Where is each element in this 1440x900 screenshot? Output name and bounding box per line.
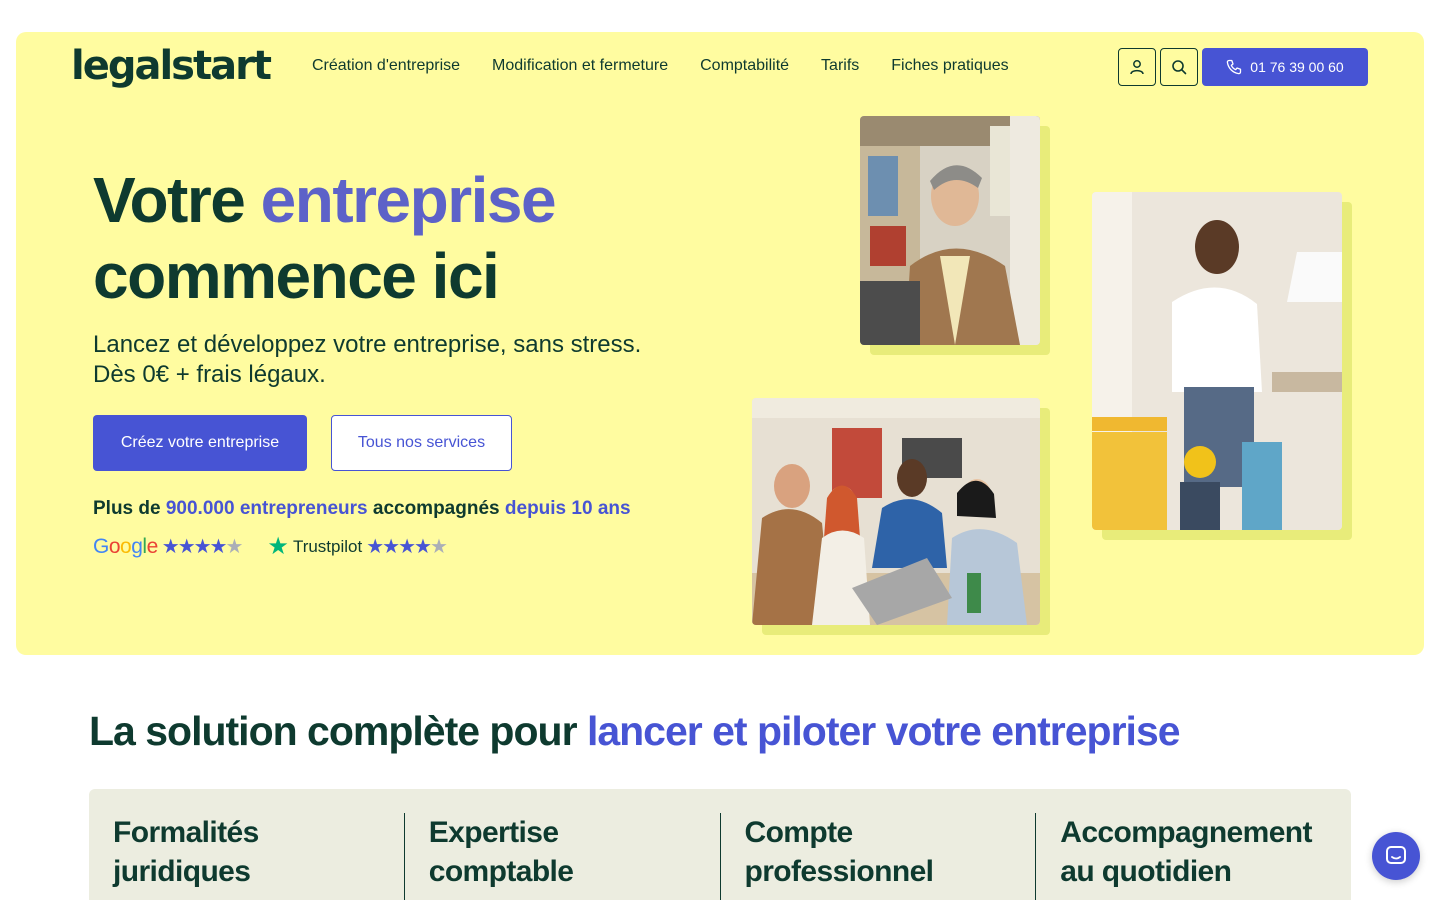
card-line2: au quotidien <box>1060 855 1232 888</box>
card-accompagnement[interactable]: Accompagnement au quotidien <box>1035 813 1351 900</box>
card-line2: professionnel <box>744 855 935 888</box>
phone-button[interactable]: 01 76 39 00 60 <box>1202 48 1368 86</box>
legalstart-logo[interactable]: legalstart <box>71 42 272 90</box>
create-company-button[interactable]: Créez votre entreprise <box>93 415 307 471</box>
proof-part1: Plus de <box>93 498 161 519</box>
hero-subtitle-line1: Lancez et développez votre entreprise, s… <box>93 331 642 358</box>
nav-tarifs[interactable]: Tarifs <box>821 54 859 78</box>
hero-subtitle: Lancez et développez votre entreprise, s… <box>93 330 713 390</box>
card-expertise[interactable]: Expertise comptable <box>403 813 720 900</box>
google-logo: Google <box>93 534 158 558</box>
search-button[interactable] <box>1160 48 1198 86</box>
trustpilot-rating[interactable]: ★ Trustpilot ★★★★★ <box>267 532 448 561</box>
social-proof: Plus de 900.000 entrepreneurs accompagné… <box>93 498 631 520</box>
card-line1: Formalités <box>113 816 259 849</box>
trustpilot-label: Trustpilot <box>292 536 363 556</box>
photo-standing-man <box>1092 192 1342 530</box>
google-rating[interactable]: Google ★★★★★ <box>93 534 244 559</box>
proof-part4: depuis 10 ans <box>504 498 631 519</box>
hero-subtitle-line2: Dès 0€ + frais légaux. <box>93 361 326 388</box>
card-line1: Compte <box>744 816 854 849</box>
hero-section: legalstart Création d'entreprise Modific… <box>16 32 1424 655</box>
hero-title-part2: commence ici <box>93 240 500 312</box>
card-line1: Accompagnement <box>1060 816 1312 849</box>
card-compte[interactable]: Compte professionnel <box>719 813 1036 900</box>
trustpilot-stars: ★★★★★ <box>366 536 448 558</box>
ratings: Google ★★★★★ ★ Trustpilot ★★★★★ <box>93 532 448 561</box>
card-formalites[interactable]: Formalités juridiques <box>89 813 404 900</box>
phone-number: 01 76 39 00 60 <box>1250 59 1344 75</box>
trustpilot-star-icon: ★ <box>267 533 289 560</box>
section-title: La solution complète pour lancer et pilo… <box>89 708 1181 755</box>
nav-fiches-pratiques[interactable]: Fiches pratiques <box>891 54 1008 78</box>
main-nav: Création d'entreprise Modification et fe… <box>312 54 1009 78</box>
nav-comptabilite[interactable]: Comptabilité <box>700 54 789 78</box>
service-cards: Formalités juridiques Expertise comptabl… <box>89 789 1351 900</box>
nav-modification[interactable]: Modification et fermeture <box>492 54 668 78</box>
hero-title: Votre entreprise commence ici <box>93 162 557 314</box>
proof-part3: accompagnés <box>372 498 500 519</box>
account-button[interactable] <box>1118 48 1156 86</box>
card-line1: Expertise <box>428 816 559 849</box>
hero-title-accent: entreprise <box>260 164 557 236</box>
phone-icon <box>1227 59 1242 75</box>
nav-creation[interactable]: Création d'entreprise <box>312 54 460 78</box>
card-line2: comptable <box>428 855 574 888</box>
search-icon <box>1172 60 1187 75</box>
section-title-part1: La solution complète pour <box>89 708 578 754</box>
photo-man-laptop <box>860 116 1040 345</box>
proof-part2: 900.000 entrepreneurs <box>165 498 368 519</box>
chat-button[interactable] <box>1372 832 1420 880</box>
hero-title-part1: Votre <box>93 164 246 236</box>
section-title-accent: lancer et piloter votre entreprise <box>586 708 1181 754</box>
photo-team <box>752 398 1040 625</box>
user-icon <box>1130 60 1144 75</box>
card-line2: juridiques <box>113 855 251 888</box>
chat-icon <box>1386 846 1406 864</box>
google-stars: ★★★★★ <box>161 536 244 558</box>
all-services-button[interactable]: Tous nos services <box>331 415 512 471</box>
